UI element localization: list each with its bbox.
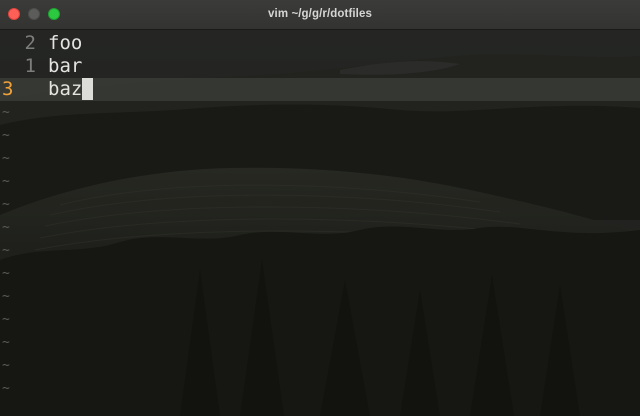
terminal-window: vim ~/g/g/r/dotfiles 2 foo 1 bar 3 baz ~… <box>0 0 640 416</box>
title-bar[interactable]: vim ~/g/g/r/dotfiles <box>0 0 640 30</box>
empty-line-marker: ~ <box>2 289 10 304</box>
current-line-number: 3 <box>2 78 14 100</box>
empty-line-marker: ~ <box>2 105 10 120</box>
empty-line-marker: ~ <box>2 312 10 327</box>
empty-line-marker: ~ <box>2 381 10 396</box>
empty-line-marker: ~ <box>2 243 10 258</box>
line-text: bar <box>48 55 83 77</box>
empty-line-marker: ~ <box>2 151 10 166</box>
line-text: foo <box>48 32 83 54</box>
line-text: baz <box>48 78 83 100</box>
buffer-line[interactable]: 2 foo <box>0 32 640 55</box>
empty-line-marker: ~ <box>2 358 10 373</box>
empty-line-marker: ~ <box>2 335 10 350</box>
empty-line-marker: ~ <box>2 174 10 189</box>
empty-line-marker: ~ <box>2 128 10 143</box>
empty-line-marker: ~ <box>2 220 10 235</box>
empty-line-marker: ~ <box>2 197 10 212</box>
vim-buffer[interactable]: 2 foo 1 bar 3 baz ~ ~ ~ ~ ~ ~ ~ ~ ~ ~ ~ … <box>0 30 640 416</box>
block-cursor <box>82 78 94 100</box>
vim-editor[interactable]: 2 foo 1 bar 3 baz ~ ~ ~ ~ ~ ~ ~ ~ ~ ~ ~ … <box>0 30 640 416</box>
current-buffer-line[interactable]: 3 baz <box>0 78 640 101</box>
current-line-text: baz <box>48 78 94 101</box>
window-title: vim ~/g/g/r/dotfiles <box>268 8 372 20</box>
buffer-line[interactable]: 1 bar <box>0 55 640 78</box>
relative-line-number: 2 <box>24 32 36 54</box>
relative-line-number: 1 <box>24 55 36 77</box>
empty-line-marker: ~ <box>2 266 10 281</box>
